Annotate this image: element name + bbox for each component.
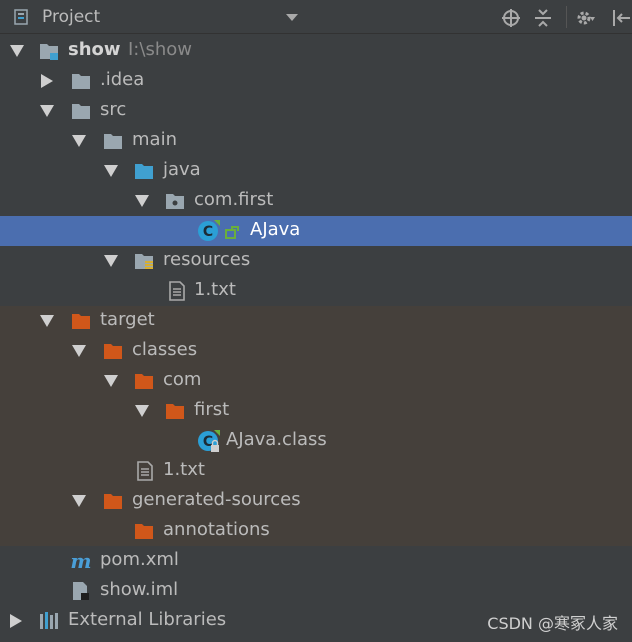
tree-node-package[interactable]: com.first xyxy=(0,186,632,216)
expanded-arrow-icon[interactable] xyxy=(72,486,86,516)
expanded-arrow-icon[interactable] xyxy=(104,156,118,186)
tree-label: main xyxy=(132,129,177,150)
module-folder-icon xyxy=(40,44,58,60)
folder-icon xyxy=(72,74,90,89)
tree-label: AJava xyxy=(250,219,301,240)
tree-label: src xyxy=(100,99,127,120)
watermark: CSDN @寒冢人家 xyxy=(487,614,618,633)
libraries-icon xyxy=(40,612,58,629)
expanded-arrow-icon[interactable] xyxy=(72,126,86,156)
tree-label: first xyxy=(194,399,230,420)
settings-icon[interactable] xyxy=(574,7,596,29)
svg-text:m: m xyxy=(70,550,91,572)
tree-label: show.iml xyxy=(100,579,179,600)
tree-node-pom[interactable]: m pom.xml xyxy=(0,546,632,576)
project-tool-window-header: Project xyxy=(0,0,632,34)
tree-node-txt-file[interactable]: 1.txt xyxy=(0,456,632,486)
folder-icon xyxy=(72,104,90,119)
text-file-icon xyxy=(137,461,153,481)
tree-node-classes[interactable]: classes xyxy=(0,336,632,366)
maven-icon: m xyxy=(70,550,91,572)
expanded-arrow-icon[interactable] xyxy=(135,396,149,426)
text-file-icon xyxy=(169,281,185,301)
expanded-arrow-icon[interactable] xyxy=(135,186,149,216)
expanded-arrow-icon[interactable] xyxy=(10,36,24,66)
excluded-folder-icon xyxy=(135,374,153,389)
tree-label: java xyxy=(163,159,201,180)
collapsed-arrow-icon[interactable] xyxy=(41,66,55,96)
tree-label: classes xyxy=(132,339,198,360)
source-folder-icon xyxy=(135,164,153,179)
compiled-class-icon: C xyxy=(198,430,220,452)
tree-node-show[interactable]: show I:\show xyxy=(0,36,632,66)
locate-icon[interactable] xyxy=(500,7,522,29)
toolbar-separator xyxy=(566,6,567,28)
excluded-folder-icon xyxy=(135,524,153,539)
tree-node-main[interactable]: main xyxy=(0,126,632,156)
tree-node-target[interactable]: target xyxy=(0,306,632,336)
excluded-folder-icon xyxy=(166,404,184,419)
tree-node-ajava[interactable]: C AJava xyxy=(0,216,632,246)
resources-folder-icon xyxy=(135,254,153,269)
tree-node-ajava-class[interactable]: C AJava.class xyxy=(0,426,632,456)
tree-label: com xyxy=(163,369,202,390)
expanded-arrow-icon[interactable] xyxy=(104,246,118,276)
view-dropdown-icon[interactable] xyxy=(286,14,298,21)
tree-node-txt-file[interactable]: 1.txt xyxy=(0,276,632,306)
collapsed-arrow-icon[interactable] xyxy=(10,606,24,636)
expanded-arrow-icon[interactable] xyxy=(40,96,54,126)
tree-label: show xyxy=(68,39,121,60)
tree-label: pom.xml xyxy=(100,549,179,570)
expanded-arrow-icon[interactable] xyxy=(104,366,118,396)
expanded-arrow-icon[interactable] xyxy=(40,306,54,336)
tree-node-java[interactable]: java xyxy=(0,156,632,186)
java-class-icon: C xyxy=(198,220,220,241)
excluded-folder-icon xyxy=(104,494,122,509)
module-file-icon xyxy=(73,582,89,600)
tree-node-generated-sources[interactable]: generated-sources xyxy=(0,486,632,516)
excluded-folder-icon xyxy=(72,314,90,329)
tree-label: .idea xyxy=(100,69,145,90)
tree-label: External Libraries xyxy=(68,609,227,630)
tree-label: AJava.class xyxy=(226,429,327,450)
collapse-all-icon[interactable] xyxy=(532,7,554,29)
panel-title[interactable]: Project xyxy=(42,7,100,27)
tree-label: resources xyxy=(163,249,251,270)
project-view-icon xyxy=(14,9,28,25)
tree-node-annotations[interactable]: annotations xyxy=(0,516,632,546)
tree-label: com.first xyxy=(194,189,274,210)
module-path: I:\show xyxy=(128,39,192,60)
package-icon xyxy=(166,194,184,209)
public-access-icon xyxy=(225,226,239,239)
tree-label: target xyxy=(100,309,155,330)
tree-node-idea[interactable]: .idea xyxy=(0,66,632,96)
hide-panel-icon[interactable] xyxy=(610,7,632,29)
tree-node-first[interactable]: first xyxy=(0,396,632,426)
folder-icon xyxy=(104,134,122,149)
tree-label: annotations xyxy=(163,519,270,540)
tree-label: generated-sources xyxy=(132,489,301,510)
expanded-arrow-icon[interactable] xyxy=(72,336,86,366)
tree-node-resources[interactable]: resources xyxy=(0,246,632,276)
tree-node-src[interactable]: src xyxy=(0,96,632,126)
tree-node-com[interactable]: com xyxy=(0,366,632,396)
tree-label: 1.txt xyxy=(194,279,236,300)
tree-label: 1.txt xyxy=(163,459,205,480)
excluded-folder-icon xyxy=(104,344,122,359)
tree-node-iml[interactable]: show.iml xyxy=(0,576,632,606)
svg-text:C: C xyxy=(203,224,213,240)
